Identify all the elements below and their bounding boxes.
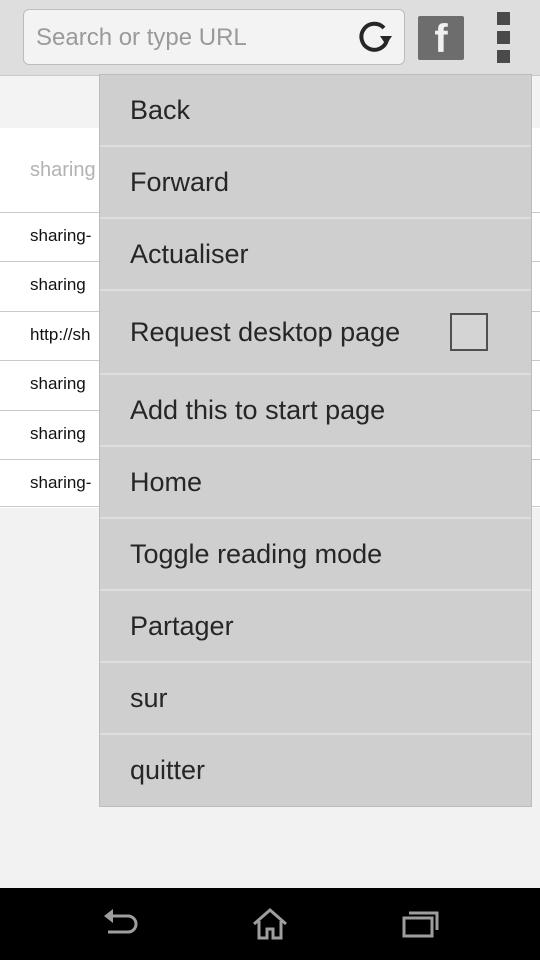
menu-item-label: sur [130,682,168,713]
url-input[interactable] [34,20,348,56]
menu-item-label: Request desktop page [130,316,401,347]
menu-item-home[interactable]: Home [100,447,531,519]
url-bar[interactable] [23,9,405,65]
menu-item-label: Add this to start page [130,394,386,425]
system-navigation-bar [0,888,540,960]
menu-item-label: quitter [130,755,206,785]
menu-item-request-desktop[interactable]: Request desktop page [100,291,531,375]
menu-item-label: Toggle reading mode [130,538,383,569]
browser-toolbar: f [0,0,540,76]
home-icon[interactable] [248,904,292,944]
menu-item-quit[interactable]: quitter [100,735,531,806]
facebook-icon: f [434,17,448,61]
menu-item-refresh[interactable]: Actualiser [100,219,531,291]
menu-item-label: Home [130,466,203,497]
menu-item-reading-mode[interactable]: Toggle reading mode [100,519,531,591]
menu-item-add-to-start[interactable]: Add this to start page [100,375,531,447]
menu-item-about[interactable]: sur [100,663,531,735]
reload-icon[interactable] [354,18,394,58]
menu-item-label: Back [130,94,191,125]
desktop-page-checkbox[interactable] [450,313,488,351]
overflow-menu: Back Forward Actualiser Request desktop … [100,75,531,806]
menu-item-back[interactable]: Back [100,75,531,147]
facebook-button[interactable]: f [418,16,464,61]
menu-item-label: Forward [130,166,230,197]
menu-item-share[interactable]: Partager [100,591,531,663]
overflow-menu-icon[interactable] [490,12,518,64]
menu-item-label: Actualiser [130,238,249,269]
back-icon[interactable] [98,904,142,944]
menu-item-forward[interactable]: Forward [100,147,531,219]
menu-item-label: Partager [130,610,234,641]
recent-apps-icon[interactable] [398,904,442,944]
